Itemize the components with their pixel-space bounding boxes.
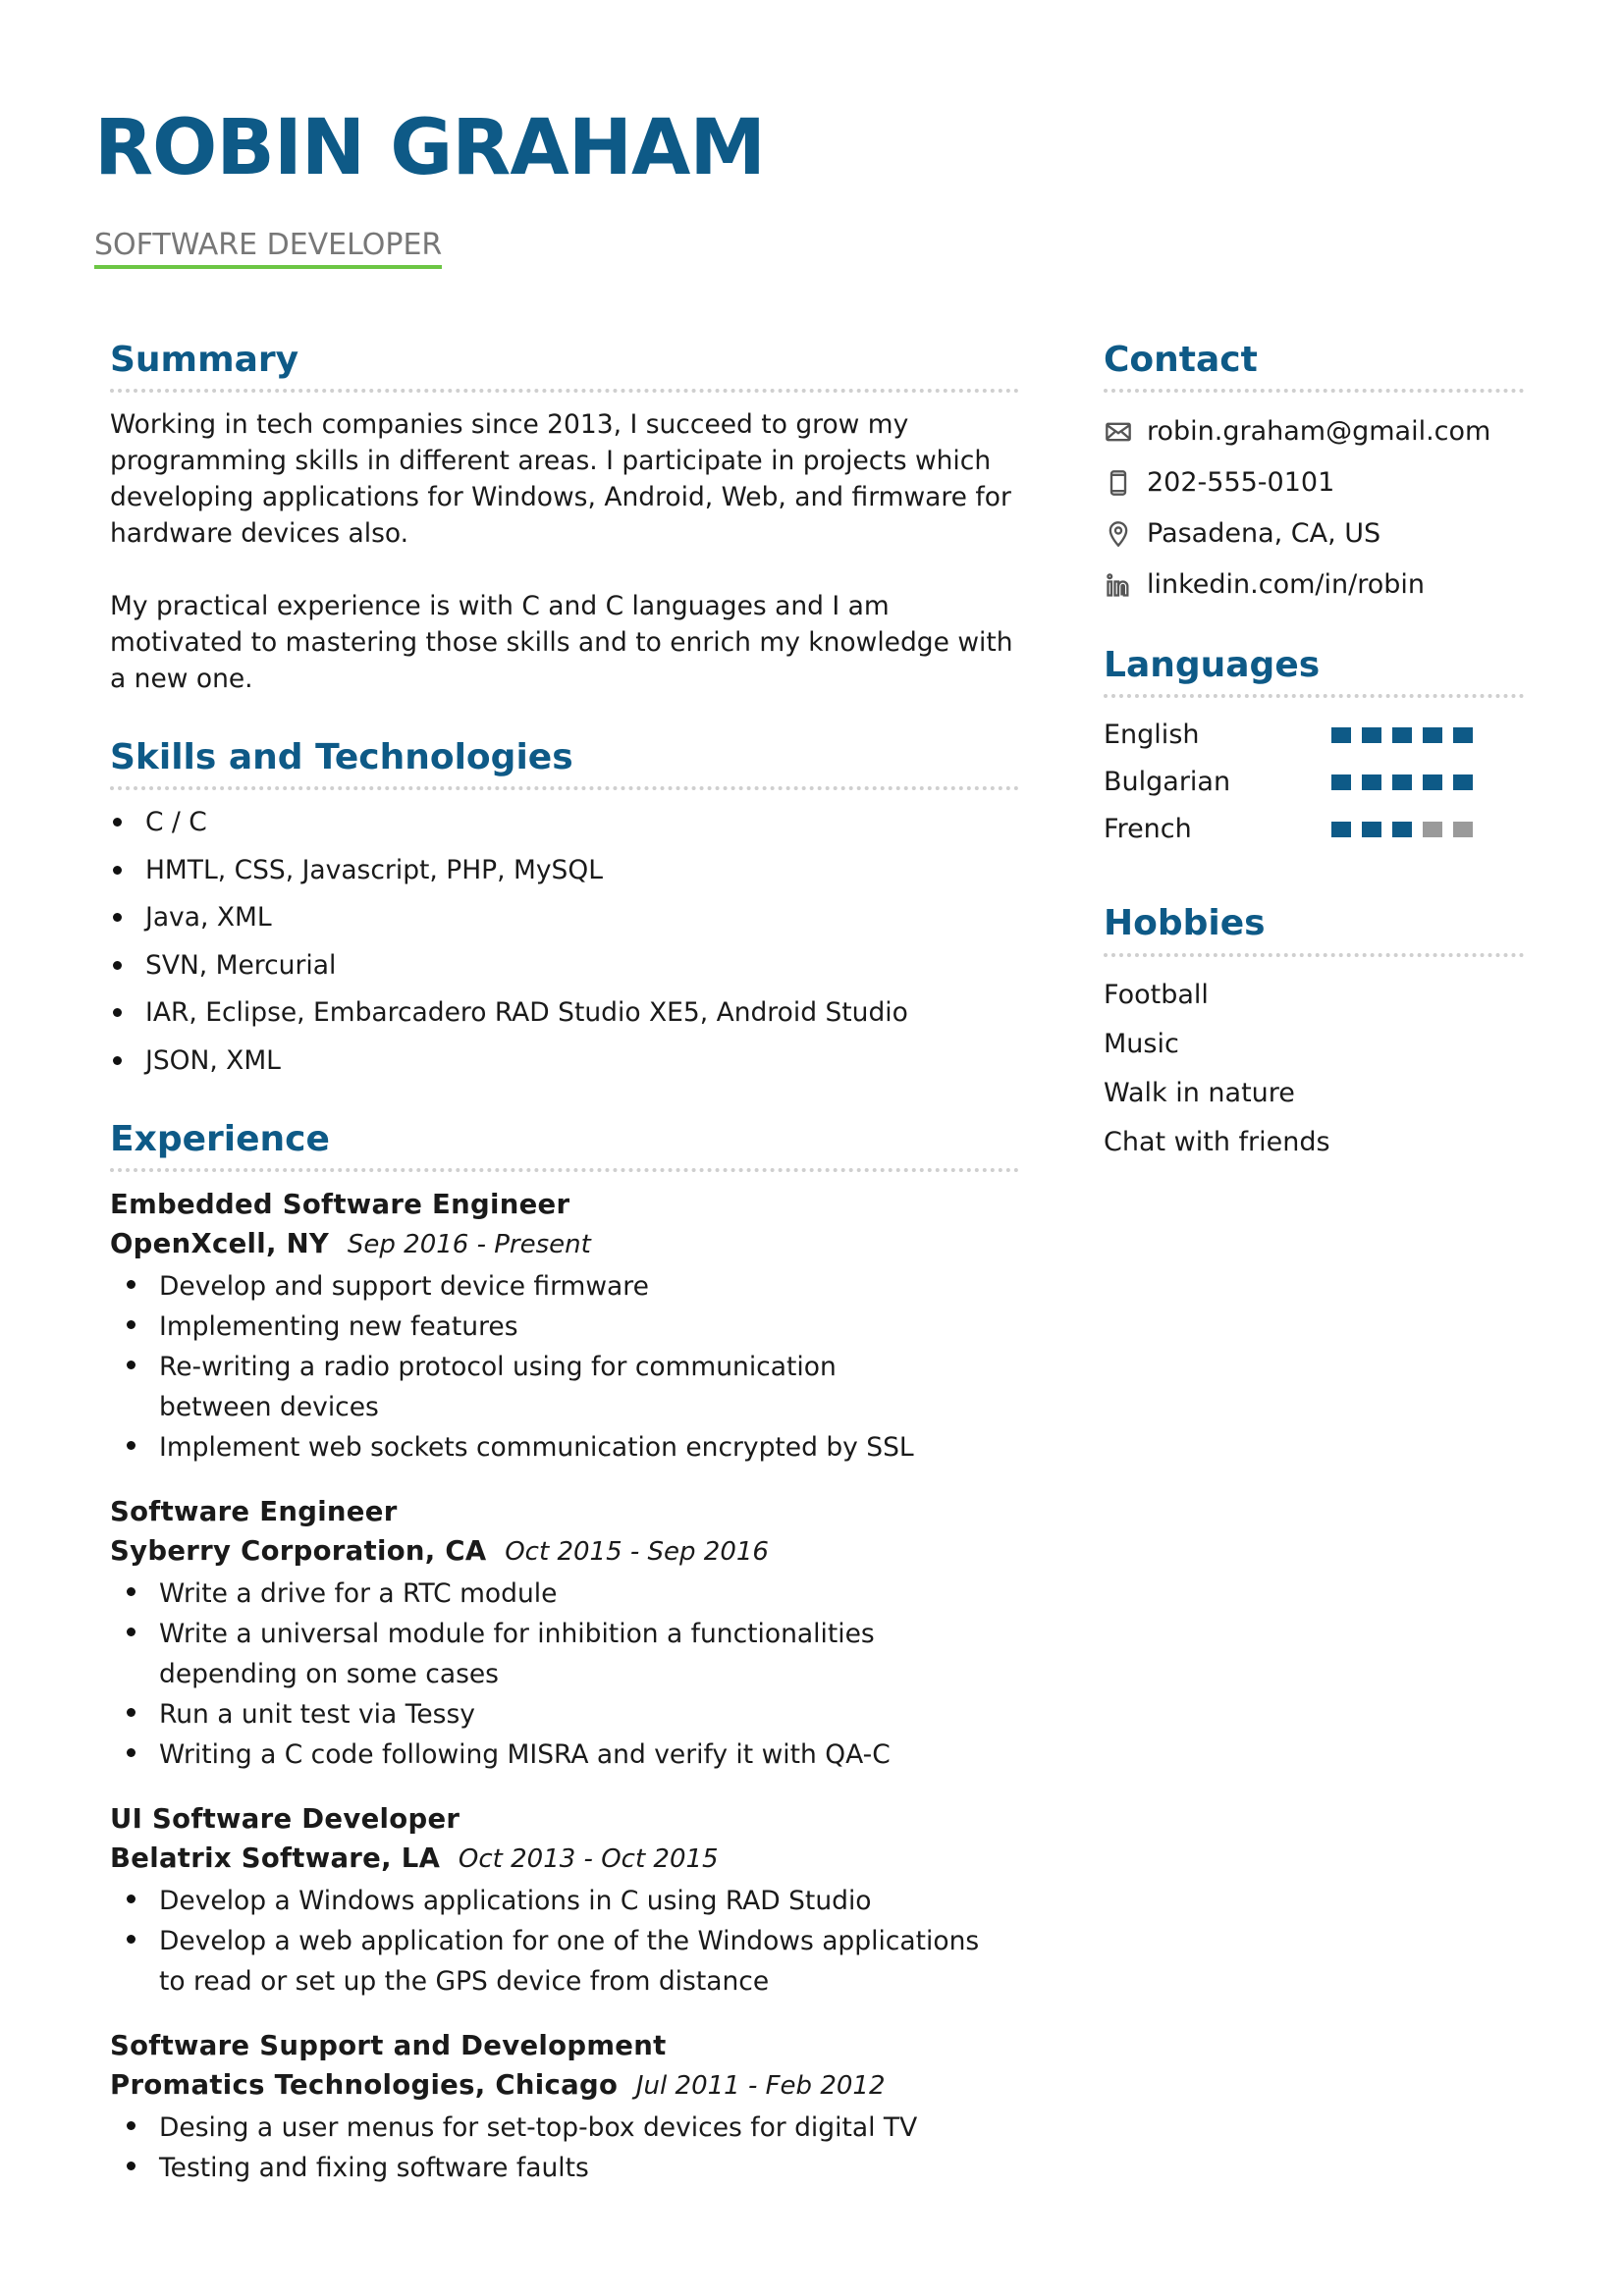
job-title: Embedded Software Engineer: [110, 1189, 570, 1221]
job-bullets: Write a drive for a RTC module Write a u…: [124, 1574, 1019, 1775]
candidate-title: SOFTWARE DEVELOPER: [94, 228, 443, 269]
rating-square-filled: [1453, 774, 1473, 791]
experience-section: Experience Embedded Software Engineer Op…: [110, 1118, 1019, 2188]
languages-list: English Bulgarian French: [1104, 712, 1524, 853]
job-dates: Oct 2015 - Sep 2016: [505, 1537, 769, 1568]
summary-heading: Summary: [110, 339, 1019, 394]
rating-square-filled: [1392, 822, 1412, 838]
rating-square-filled: [1392, 727, 1412, 744]
contact-linkedin[interactable]: linkedin.com/in/robin: [1104, 560, 1524, 611]
summary-section: Summary Working in tech companies since …: [110, 339, 1019, 697]
hobbies-section: Hobbies Football Music Walk in nature Ch…: [1104, 902, 1524, 1166]
contact-location-text: Pasadena, CA, US: [1147, 518, 1381, 550]
candidate-name: ROBIN GRAHAM: [94, 104, 766, 192]
hobby-item: Chat with friends: [1104, 1126, 1330, 1157]
envelope-icon: [1104, 417, 1133, 447]
job-bullet: Writing a C code following MISRA and ver…: [124, 1735, 1019, 1775]
rating-square-empty: [1423, 822, 1442, 838]
job-entry: Embedded Software Engineer OpenXcell, NY…: [110, 1186, 1019, 1468]
language-name: English: [1104, 720, 1200, 751]
rating-square-filled: [1362, 822, 1381, 838]
job-entry: Software Engineer Syberry Corporation, C…: [110, 1493, 1019, 1775]
skills-list: C / C HMTL, CSS, Javascript, PHP, MySQL …: [110, 804, 1019, 1079]
job-company: OpenXcell, NY: [110, 1228, 330, 1260]
contact-email-text[interactable]: robin.graham@gmail.com: [1147, 406, 1490, 457]
rating-square-filled: [1392, 774, 1412, 791]
hobby-item: Football: [1104, 979, 1209, 1010]
job-bullet: Run a unit test via Tessy: [124, 1694, 1019, 1735]
job-company: Syberry Corporation, CA: [110, 1535, 487, 1568]
contact-email[interactable]: robin.graham@gmail.com: [1104, 406, 1524, 457]
hobby-item: Walk in nature: [1104, 1077, 1295, 1108]
phone-icon: [1104, 468, 1133, 498]
job-bullet: Write a drive for a RTC module: [124, 1574, 1019, 1614]
job-bullets: Desing a user menus for set-top-box devi…: [124, 2108, 1019, 2188]
skill-item: JSON, XML: [110, 1042, 1019, 1079]
rating-square-filled: [1362, 727, 1381, 744]
language-rating: [1331, 727, 1473, 744]
skills-heading: Skills and Technologies: [110, 736, 1019, 791]
job-title: Software Support and Development: [110, 2030, 667, 2062]
sidebar-column: Contact robin.graham@gmail.com 202-555-0…: [1104, 339, 1524, 1206]
job-bullets: Develop and support device firmware Impl…: [124, 1266, 1019, 1468]
job-company: Promatics Technologies, Chicago: [110, 2069, 619, 2102]
contact-phone[interactable]: 202-555-0101: [1104, 457, 1524, 508]
rating-square-filled: [1423, 774, 1442, 791]
job-bullet: Write a universal module for inhibition …: [124, 1614, 1007, 1694]
languages-heading: Languages: [1104, 644, 1524, 699]
languages-section: Languages English Bulgarian French: [1104, 644, 1524, 853]
contact-heading: Contact: [1104, 339, 1524, 394]
contact-linkedin-text[interactable]: linkedin.com/in/robin: [1147, 560, 1425, 611]
job-bullet: Desing a user menus for set-top-box devi…: [124, 2108, 1019, 2148]
location-pin-icon: [1104, 519, 1133, 549]
rating-square-filled: [1331, 774, 1351, 791]
hobby-item: Music: [1104, 1028, 1179, 1059]
summary-paragraph: Working in tech companies since 2013, I …: [110, 409, 1011, 550]
contact-phone-text[interactable]: 202-555-0101: [1147, 457, 1334, 508]
skill-item: SVN, Mercurial: [110, 947, 1019, 984]
job-dates: Sep 2016 - Present: [347, 1230, 591, 1260]
job-dates: Oct 2013 - Oct 2015: [458, 1844, 719, 1875]
job-bullet: Re-writing a radio protocol using for co…: [124, 1347, 948, 1427]
contact-location: Pasadena, CA, US: [1104, 508, 1524, 560]
job-bullet: Develop and support device firmware: [124, 1266, 1019, 1307]
rating-square-filled: [1453, 727, 1473, 744]
job-bullet: Develop a web application for one of the…: [124, 1921, 998, 2002]
job-bullet: Implement web sockets communication encr…: [124, 1427, 1019, 1468]
job-title: Software Engineer: [110, 1496, 398, 1528]
skill-item: IAR, Eclipse, Embarcadero RAD Studio XE5…: [110, 994, 1019, 1031]
rating-square-filled: [1362, 774, 1381, 791]
summary-paragraph: My practical experience is with C and C …: [110, 591, 1013, 695]
job-dates: Jul 2011 - Feb 2012: [635, 2071, 886, 2102]
job-entry: UI Software Developer Belatrix Software,…: [110, 1800, 1019, 2002]
job-bullets: Develop a Windows applications in C usin…: [124, 1881, 1019, 2002]
language-row: Bulgarian: [1104, 759, 1524, 806]
skill-item: HMTL, CSS, Javascript, PHP, MySQL: [110, 852, 1019, 888]
linkedin-icon: [1104, 570, 1133, 600]
job-bullet: Implementing new features: [124, 1307, 1019, 1347]
language-name: Bulgarian: [1104, 767, 1231, 798]
skill-item: Java, XML: [110, 899, 1019, 935]
main-column: Summary Working in tech companies since …: [110, 339, 1019, 2227]
rating-square-empty: [1453, 822, 1473, 838]
language-name: French: [1104, 814, 1192, 845]
job-bullet: Testing and fixing software faults: [124, 2148, 1019, 2188]
rating-square-filled: [1423, 727, 1442, 744]
language-row: French: [1104, 806, 1524, 853]
job-entry: Software Support and Development Promati…: [110, 2027, 1019, 2188]
language-row: English: [1104, 712, 1524, 759]
job-title: UI Software Developer: [110, 1803, 460, 1836]
job-bullet: Develop a Windows applications in C usin…: [124, 1881, 1019, 1921]
job-company: Belatrix Software, LA: [110, 1842, 441, 1875]
skills-section: Skills and Technologies C / C HMTL, CSS,…: [110, 736, 1019, 1079]
skill-item: C / C: [110, 804, 1019, 840]
language-rating: [1331, 774, 1473, 791]
experience-heading: Experience: [110, 1118, 1019, 1173]
rating-square-filled: [1331, 727, 1351, 744]
hobbies-heading: Hobbies: [1104, 902, 1524, 957]
contact-section: Contact robin.graham@gmail.com 202-555-0…: [1104, 339, 1524, 611]
rating-square-filled: [1331, 822, 1351, 838]
language-rating: [1331, 822, 1473, 838]
